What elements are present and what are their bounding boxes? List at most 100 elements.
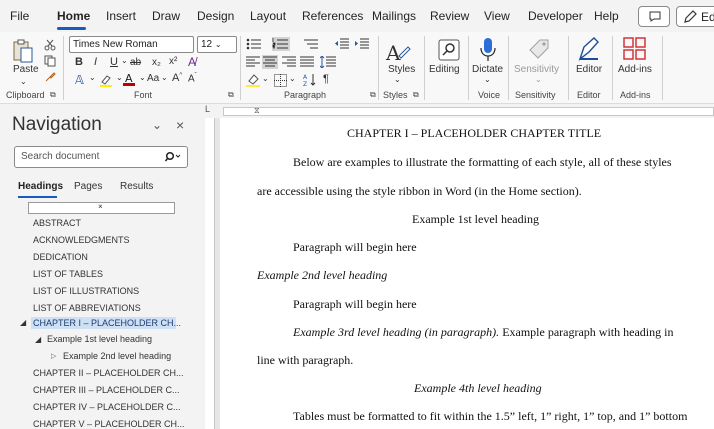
collapse-all-button[interactable]: ⌅ bbox=[28, 201, 175, 214]
heading-item-selected[interactable]: CHAPTER I – PLACEHOLDER CH... bbox=[31, 317, 181, 329]
paste-icon[interactable] bbox=[12, 38, 34, 64]
heading-item[interactable]: DEDICATION bbox=[33, 252, 88, 262]
font-name-combo[interactable]: Times New Roman bbox=[69, 36, 194, 53]
highlighter-icon[interactable] bbox=[99, 73, 113, 87]
font-color-icon[interactable]: A bbox=[123, 72, 135, 86]
tab-insert[interactable]: Insert bbox=[106, 9, 136, 23]
search-icon[interactable] bbox=[165, 151, 181, 163]
superscript-button[interactable]: x² bbox=[169, 56, 177, 67]
clipboard-launcher-icon[interactable]: ⧉ bbox=[50, 90, 56, 100]
multilevel-list-icon[interactable] bbox=[303, 37, 319, 51]
format-painter-icon[interactable] bbox=[44, 71, 56, 83]
tab-draw[interactable]: Draw bbox=[152, 9, 180, 23]
font-launcher-icon[interactable]: ⧉ bbox=[228, 90, 234, 100]
sort-icon[interactable]: AZ bbox=[303, 73, 317, 87]
heading-item[interactable]: CHAPTER V – PLACEHOLDER CH... bbox=[33, 419, 185, 429]
tab-home[interactable]: Home bbox=[57, 9, 90, 23]
tab-headings[interactable]: Headings bbox=[18, 181, 63, 192]
dictate-chevron-icon[interactable]: ⌄ bbox=[484, 75, 491, 84]
body-line: are accessible using the style ribbon in… bbox=[257, 184, 582, 198]
styles-chevron-icon[interactable]: ⌄ bbox=[394, 75, 401, 84]
sensitivity-chevron-icon[interactable]: ⌄ bbox=[535, 75, 542, 84]
numbering-icon[interactable] bbox=[272, 37, 290, 51]
tab-references[interactable]: References bbox=[302, 9, 363, 23]
change-case-button[interactable]: Aa bbox=[147, 73, 159, 84]
shading-chevron-icon[interactable]: ⌄ bbox=[262, 74, 269, 83]
borders-chevron-icon[interactable]: ⌄ bbox=[289, 74, 296, 83]
heading-level-3-line: Example 3rd level heading (in paragraph)… bbox=[293, 325, 673, 340]
tab-results[interactable]: Results bbox=[120, 181, 153, 192]
underline-button[interactable]: U bbox=[110, 56, 118, 68]
heading-item[interactable]: LIST OF TABLES bbox=[33, 269, 103, 279]
heading-item[interactable]: Example 2nd level heading bbox=[63, 351, 171, 361]
heading-item[interactable]: LIST OF ILLUSTRATIONS bbox=[33, 286, 139, 296]
text-effects-icon[interactable]: 𝔸 bbox=[75, 73, 84, 87]
tab-pages[interactable]: Pages bbox=[74, 181, 102, 192]
clear-formatting-icon[interactable]: A̸ bbox=[188, 55, 196, 69]
heading-item[interactable]: ACKNOWLEDGMENTS bbox=[33, 235, 130, 245]
expanded-triangle-icon[interactable]: ◢ bbox=[20, 318, 26, 327]
heading-item[interactable]: LIST OF ABBREVIATIONS bbox=[33, 303, 141, 313]
editor-icon[interactable] bbox=[578, 37, 600, 61]
increase-indent-icon[interactable] bbox=[355, 37, 369, 51]
heading-item[interactable]: CHAPTER III – PLACEHOLDER C... bbox=[33, 385, 180, 395]
editing-button[interactable]: Editing bbox=[429, 36, 469, 86]
editing-mode-button[interactable]: Edit bbox=[676, 6, 714, 27]
chevron-down-icon[interactable]: ⌄ bbox=[152, 118, 162, 132]
subscript-button[interactable]: x₂ bbox=[152, 57, 161, 68]
close-icon[interactable]: × bbox=[176, 117, 184, 133]
heading-item[interactable]: CHAPTER IV – PLACEHOLDER C... bbox=[33, 402, 181, 412]
addins-icon[interactable] bbox=[623, 37, 647, 61]
tab-design[interactable]: Design bbox=[197, 9, 234, 23]
collapsed-triangle-icon[interactable]: ▷ bbox=[51, 352, 56, 360]
bold-button[interactable]: B bbox=[75, 56, 83, 68]
font-size-combo[interactable]: 12 ⌄ bbox=[197, 36, 237, 53]
decrease-indent-icon[interactable] bbox=[335, 37, 349, 51]
expanded-triangle-icon[interactable]: ◢ bbox=[35, 335, 41, 344]
tab-developer[interactable]: Developer bbox=[528, 9, 583, 23]
heading-item[interactable]: Example 1st level heading bbox=[47, 334, 152, 344]
horizontal-ruler[interactable]: ⧖ bbox=[223, 106, 714, 116]
tab-selector-icon[interactable]: L bbox=[205, 104, 210, 114]
comments-button[interactable] bbox=[638, 6, 670, 27]
shading-icon[interactable] bbox=[246, 73, 260, 87]
paragraph-launcher-icon[interactable]: ⧉ bbox=[370, 90, 376, 100]
tab-view[interactable]: View bbox=[484, 9, 510, 23]
paste-chevron-icon[interactable]: ⌄ bbox=[20, 77, 27, 86]
tab-review[interactable]: Review bbox=[430, 9, 469, 23]
cut-icon[interactable] bbox=[44, 39, 56, 51]
copy-icon[interactable] bbox=[44, 55, 56, 67]
strikethrough-button[interactable]: ab bbox=[130, 57, 141, 68]
grow-font-button[interactable]: A^ bbox=[172, 72, 182, 84]
align-left-icon[interactable] bbox=[246, 56, 260, 68]
align-right-icon[interactable] bbox=[282, 56, 296, 68]
italic-button[interactable]: I bbox=[94, 56, 97, 68]
borders-icon[interactable] bbox=[274, 74, 287, 87]
tab-mailings[interactable]: Mailings bbox=[372, 9, 416, 23]
microphone-icon[interactable] bbox=[479, 37, 497, 63]
underline-chevron-icon[interactable]: ⌄ bbox=[121, 56, 128, 65]
justify-icon[interactable] bbox=[300, 56, 314, 68]
change-case-chevron-icon[interactable]: ⌄ bbox=[161, 73, 168, 82]
show-formatting-marks-icon[interactable]: ¶ bbox=[323, 73, 329, 85]
document-page[interactable]: CHAPTER I – PLACEHOLDER CHAPTER TITLE Be… bbox=[220, 118, 714, 429]
styles-launcher-icon[interactable]: ⧉ bbox=[413, 90, 419, 100]
styles-icon[interactable]: A bbox=[385, 40, 411, 64]
shrink-font-button[interactable]: Aˇ bbox=[188, 73, 197, 84]
bullets-icon[interactable] bbox=[246, 37, 262, 51]
tab-layout[interactable]: Layout bbox=[250, 9, 286, 23]
tab-file[interactable]: File bbox=[10, 9, 29, 23]
vertical-ruler[interactable] bbox=[205, 118, 215, 429]
search-document-input[interactable]: Search document bbox=[14, 146, 188, 168]
line-spacing-icon[interactable] bbox=[320, 56, 336, 68]
text-effects-chevron-icon[interactable]: ⌄ bbox=[89, 73, 96, 82]
tab-help[interactable]: Help bbox=[594, 9, 619, 23]
font-color-chevron-icon[interactable]: ⌄ bbox=[139, 73, 146, 82]
heading-item[interactable]: CHAPTER II – PLACEHOLDER CH... bbox=[33, 368, 184, 378]
body-line: Below are examples to illustrate the for… bbox=[293, 155, 672, 169]
sensitivity-icon[interactable] bbox=[527, 37, 551, 61]
align-center-icon[interactable] bbox=[262, 55, 278, 69]
heading-item[interactable]: ABSTRACT bbox=[33, 218, 81, 228]
indent-marker-icon[interactable]: ⧖ bbox=[254, 106, 260, 116]
highlighter-chevron-icon[interactable]: ⌄ bbox=[116, 73, 123, 82]
